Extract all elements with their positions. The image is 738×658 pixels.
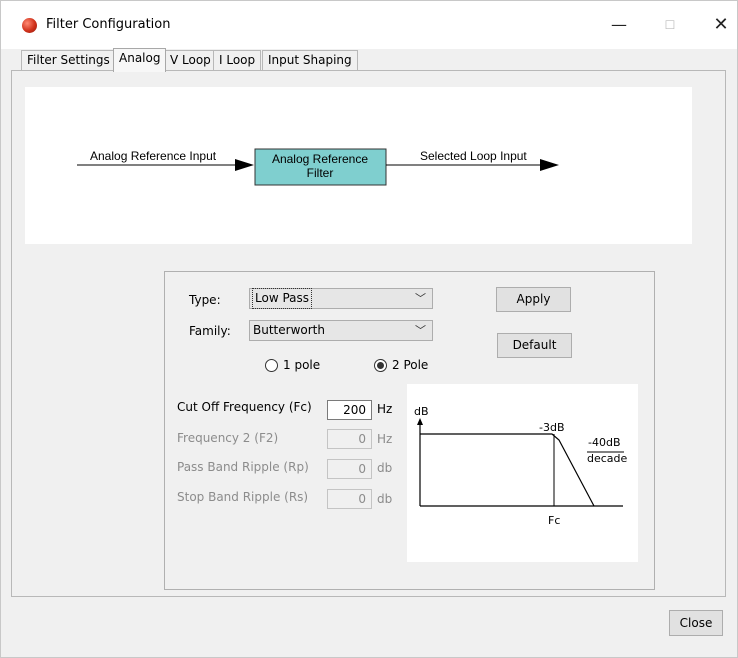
- signal-flow-diagram: Analog Reference Input Analog Reference …: [25, 87, 692, 244]
- y-axis-arrowhead: [417, 418, 423, 425]
- input-label: Analog Reference Input: [90, 149, 217, 163]
- family-label: Family:: [189, 324, 231, 338]
- frequency-2-unit: Hz: [377, 432, 393, 446]
- fc-label: Fc: [548, 514, 560, 527]
- response-curve: [420, 433, 595, 507]
- filter-block-label-line1: Analog Reference: [272, 152, 368, 166]
- minimize-button[interactable]: —: [605, 13, 633, 37]
- stop-band-ripple-unit: db: [377, 492, 393, 506]
- tab-input-shaping[interactable]: Input Shaping: [262, 50, 358, 71]
- radio-1-pole[interactable]: [265, 359, 278, 372]
- filter-settings-group: Type: Low Pass ﹀ Family: Butterworth ﹀ A…: [164, 271, 655, 590]
- pass-band-ripple-unit: db: [377, 461, 393, 475]
- filter-block-label-line2: Filter: [307, 166, 334, 180]
- frequency-2-label: Frequency 2 (F2): [177, 431, 279, 445]
- type-value: Low Pass: [252, 288, 312, 309]
- cutoff-frequency-label: Cut Off Frequency (Fc): [177, 400, 312, 414]
- output-arrowhead: [540, 159, 559, 171]
- maximize-button[interactable]: ☐: [656, 13, 684, 37]
- window-title: Filter Configuration: [46, 17, 171, 32]
- frequency-2-input[interactable]: 0: [327, 429, 372, 449]
- tab-i-loop[interactable]: I Loop: [213, 50, 262, 71]
- type-dropdown[interactable]: Low Pass ﹀: [249, 288, 433, 309]
- stop-band-ripple-label: Stop Band Ripple (Rs): [177, 490, 309, 504]
- chevron-down-icon: ﹀: [415, 324, 426, 337]
- apply-button[interactable]: Apply: [496, 287, 571, 312]
- chevron-down-icon: ﹀: [415, 292, 426, 305]
- close-window-button[interactable]: ✕: [707, 13, 735, 37]
- pass-band-ripple-input[interactable]: 0: [327, 459, 372, 479]
- pass-band-ripple-label: Pass Band Ripple (Rp): [177, 460, 309, 474]
- y-axis-label: dB: [414, 405, 429, 418]
- slope-label-line2: decade: [587, 452, 628, 465]
- analog-tab-panel: Analog Reference Input Analog Reference …: [11, 70, 726, 597]
- filter-response-graph: dB -3dB -40dB decade Fc: [407, 384, 638, 562]
- family-value: Butterworth: [253, 323, 325, 337]
- close-button[interactable]: Close: [669, 610, 723, 636]
- slope-label-line1: -40dB: [588, 436, 621, 449]
- tab-filter-settings[interactable]: Filter Settings: [21, 50, 116, 71]
- filter-response-svg: dB -3dB -40dB decade Fc: [414, 405, 628, 527]
- filter-configuration-window: Filter Configuration — ☐ ✕ Filter Settin…: [0, 0, 738, 658]
- family-dropdown[interactable]: Butterworth ﹀: [249, 320, 433, 341]
- tab-v-loop[interactable]: V Loop: [164, 50, 217, 71]
- output-label: Selected Loop Input: [420, 149, 527, 163]
- radio-1-pole-label: 1 pole: [283, 358, 321, 372]
- tab-analog[interactable]: Analog: [113, 48, 167, 72]
- type-label: Type:: [189, 293, 221, 307]
- cutoff-frequency-input[interactable]: 200: [327, 400, 372, 420]
- input-arrowhead: [235, 159, 254, 171]
- title-bar: Filter Configuration — ☐ ✕: [1, 1, 737, 49]
- stop-band-ripple-input[interactable]: 0: [327, 489, 372, 509]
- radio-2-pole[interactable]: [374, 359, 387, 372]
- cutoff-unit: Hz: [377, 402, 393, 416]
- default-button[interactable]: Default: [497, 333, 572, 358]
- app-logo-icon: [22, 18, 37, 33]
- signal-flow-svg: Analog Reference Input Analog Reference …: [77, 148, 559, 186]
- minus-3db-label: -3dB: [539, 421, 565, 434]
- radio-2-pole-label: 2 Pole: [392, 358, 429, 372]
